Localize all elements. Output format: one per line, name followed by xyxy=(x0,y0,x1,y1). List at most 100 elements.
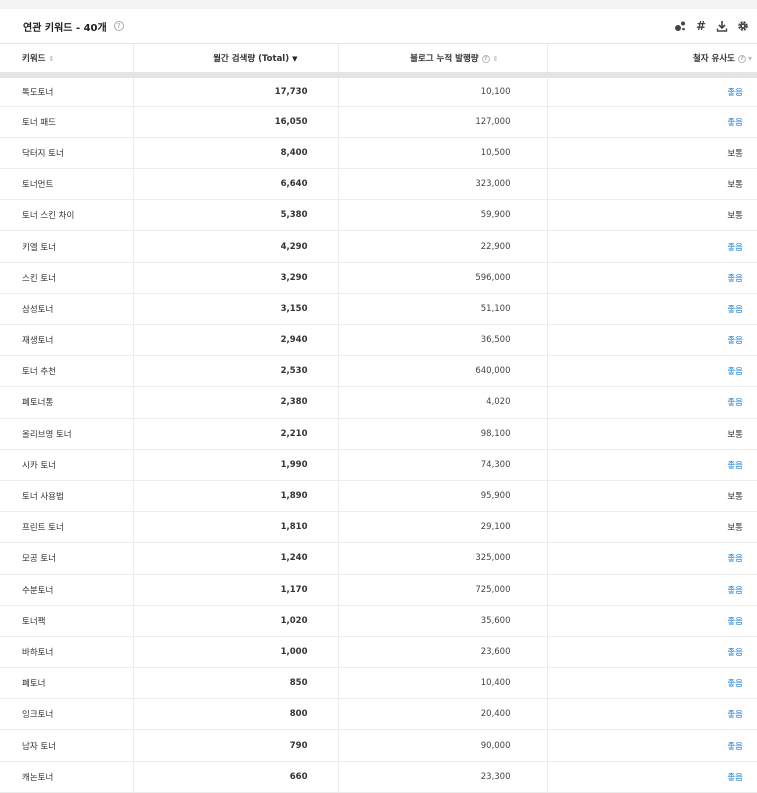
monthly-search-cell: 2,940 xyxy=(133,324,339,357)
monthly-search-cell: 800 xyxy=(133,698,339,731)
monthly-search-cell: 3,290 xyxy=(133,262,339,294)
table-row[interactable]: 키엘 토너 4,290 22,900 좋음 xyxy=(0,230,757,263)
monthly-search-cell: 1,240 xyxy=(133,542,339,575)
table-row[interactable]: 삼성토너 3,150 51,100 좋음 xyxy=(0,293,757,326)
similarity-cell: 보통 xyxy=(547,199,757,232)
keyword-cell: 토너 추천 xyxy=(0,355,134,388)
blog-count-cell: 23,600 xyxy=(338,636,548,669)
table-row[interactable]: 톡도토너 17,730 10,100 좋음 xyxy=(0,75,757,107)
keyword-cell: 닥터지 토너 xyxy=(0,137,134,170)
table-row[interactable]: 프린트 토너 1,810 29,100 보통 xyxy=(0,511,757,544)
similarity-cell: 좋음 xyxy=(547,667,757,700)
blog-count-cell: 10,100 xyxy=(338,75,548,107)
col-header-monthly[interactable]: 월간 검색량 (Total) ▼ xyxy=(133,44,339,78)
table-row[interactable]: 바하토너 1,000 23,600 좋음 xyxy=(0,636,757,669)
keyword-cell: 폐토너 xyxy=(0,667,134,700)
monthly-search-cell: 5,380 xyxy=(133,199,339,232)
blog-count-cell: 90,000 xyxy=(338,729,548,762)
similarity-cell: 좋음 xyxy=(547,698,757,731)
table-row[interactable]: 남자 토너 790 90,000 좋음 xyxy=(0,729,757,762)
panel-header: 연관 키워드 - 40개 ? # xyxy=(0,9,757,44)
keyword-cell: 토너 스킨 차이 xyxy=(0,199,134,232)
sort-icon[interactable]: ⇕ xyxy=(493,55,499,63)
panel-title: 연관 키워드 - 40개 xyxy=(23,22,107,34)
bubble-chart-icon[interactable] xyxy=(674,20,686,32)
help-icon[interactable]: ? xyxy=(737,54,746,63)
col-header-blog[interactable]: 블로그 누적 발행량? ⇕ xyxy=(338,44,548,78)
download-icon[interactable] xyxy=(716,20,728,32)
table-row[interactable]: 잉크토너 800 20,400 좋음 xyxy=(0,698,757,731)
table-row[interactable]: 폐토너 850 10,400 좋음 xyxy=(0,667,757,700)
sort-desc-icon[interactable]: ▼ xyxy=(292,55,297,63)
blog-count-cell: 640,000 xyxy=(338,355,548,388)
hashtag-icon[interactable]: # xyxy=(695,19,707,33)
table-row[interactable]: 올리브영 토너 2,210 98,100 보통 xyxy=(0,418,757,450)
monthly-search-cell: 2,530 xyxy=(133,355,339,388)
similarity-cell: 좋음 xyxy=(547,729,757,762)
monthly-search-cell: 17,730 xyxy=(133,75,339,107)
similarity-cell: 좋음 xyxy=(547,386,757,419)
table-row[interactable]: 폐토너통 2,380 4,020 좋음 xyxy=(0,386,757,419)
table-row[interactable]: 재생토너 2,940 36,500 좋음 xyxy=(0,324,757,357)
blog-count-cell: 22,900 xyxy=(338,230,548,263)
similarity-cell: 좋음 xyxy=(547,106,757,138)
gear-icon[interactable] xyxy=(737,20,749,32)
monthly-search-cell: 16,050 xyxy=(133,106,339,138)
table-row[interactable]: 모공 토너 1,240 325,000 좋음 xyxy=(0,542,757,575)
monthly-search-cell: 3,150 xyxy=(133,293,339,326)
similarity-cell: 좋음 xyxy=(547,262,757,294)
table-row[interactable]: 수분토너 1,170 725,000 좋음 xyxy=(0,574,757,606)
blog-count-cell: 325,000 xyxy=(338,542,548,575)
table-row[interactable]: 캐논토너 660 23,300 좋음 xyxy=(0,761,757,793)
keyword-cell: 남자 토너 xyxy=(0,729,134,762)
monthly-search-cell: 1,810 xyxy=(133,511,339,544)
similarity-cell: 보통 xyxy=(547,511,757,544)
filter-icon[interactable]: ▾ xyxy=(748,54,752,63)
table-row[interactable]: 토너먼트 6,640 323,000 보통 xyxy=(0,168,757,201)
sort-icon[interactable]: ⇕ xyxy=(48,55,54,63)
monthly-search-cell: 6,640 xyxy=(133,168,339,201)
monthly-search-cell: 1,890 xyxy=(133,480,339,513)
blog-count-cell: 23,300 xyxy=(338,761,548,793)
blog-count-cell: 59,900 xyxy=(338,199,548,232)
table-row[interactable]: 토너 스킨 차이 5,380 59,900 보통 xyxy=(0,199,757,232)
monthly-search-cell: 8,400 xyxy=(133,137,339,170)
keyword-cell: 키엘 토너 xyxy=(0,230,134,263)
table-row[interactable]: 토너 추천 2,530 640,000 좋음 xyxy=(0,355,757,388)
blog-count-cell: 51,100 xyxy=(338,293,548,326)
blog-count-cell: 10,500 xyxy=(338,137,548,170)
table-row[interactable]: 토너팩 1,020 35,600 좋음 xyxy=(0,605,757,637)
keyword-table: 키워드 ⇕ 월간 검색량 (Total) ▼ 블로그 누적 발행량? ⇕ 철자 유사도… xyxy=(0,44,757,793)
table-row[interactable]: 토너 사용법 1,890 95,900 보통 xyxy=(0,480,757,513)
keyword-cell: 잉크토너 xyxy=(0,698,134,731)
related-keywords-panel: 연관 키워드 - 40개 ? # 키워드 ⇕ 월간 검색량 (Total) ▼ 블로… xyxy=(0,9,757,793)
help-icon[interactable]: ? xyxy=(113,21,124,31)
col-blog-label: 블로그 누적 발행량 xyxy=(410,54,479,64)
similarity-cell: 좋음 xyxy=(547,75,757,107)
similarity-cell: 좋음 xyxy=(547,230,757,263)
table-header-row: 키워드 ⇕ 월간 검색량 (Total) ▼ 블로그 누적 발행량? ⇕ 철자 유사도… xyxy=(0,44,757,78)
similarity-cell: 보통 xyxy=(547,137,757,170)
toolbar: # xyxy=(674,19,757,33)
blog-count-cell: 95,900 xyxy=(338,480,548,513)
table-row[interactable]: 스킨 토너 3,290 596,000 좋음 xyxy=(0,262,757,294)
blog-count-cell: 10,400 xyxy=(338,667,548,700)
keyword-cell: 재생토너 xyxy=(0,324,134,357)
monthly-search-cell: 790 xyxy=(133,729,339,762)
col-header-keyword[interactable]: 키워드 ⇕ xyxy=(0,44,134,78)
blog-count-cell: 4,020 xyxy=(338,386,548,419)
blog-count-cell: 98,100 xyxy=(338,418,548,450)
blog-count-cell: 20,400 xyxy=(338,698,548,731)
blog-count-cell: 74,300 xyxy=(338,449,548,481)
similarity-cell: 좋음 xyxy=(547,324,757,357)
table-row[interactable]: 닥터지 토너 8,400 10,500 보통 xyxy=(0,137,757,170)
blog-count-cell: 127,000 xyxy=(338,106,548,138)
col-monthly-label: 월간 검색량 (Total) xyxy=(213,54,290,64)
blog-count-cell: 596,000 xyxy=(338,262,548,294)
table-row[interactable]: 시카 토너 1,990 74,300 좋음 xyxy=(0,449,757,481)
col-header-similarity[interactable]: 철자 유사도? ▾ xyxy=(547,44,757,78)
keyword-cell: 프린트 토너 xyxy=(0,511,134,544)
keyword-cell: 톡도토너 xyxy=(0,75,134,107)
help-icon[interactable]: ? xyxy=(481,54,490,63)
table-row[interactable]: 토너 패드 16,050 127,000 좋음 xyxy=(0,106,757,138)
